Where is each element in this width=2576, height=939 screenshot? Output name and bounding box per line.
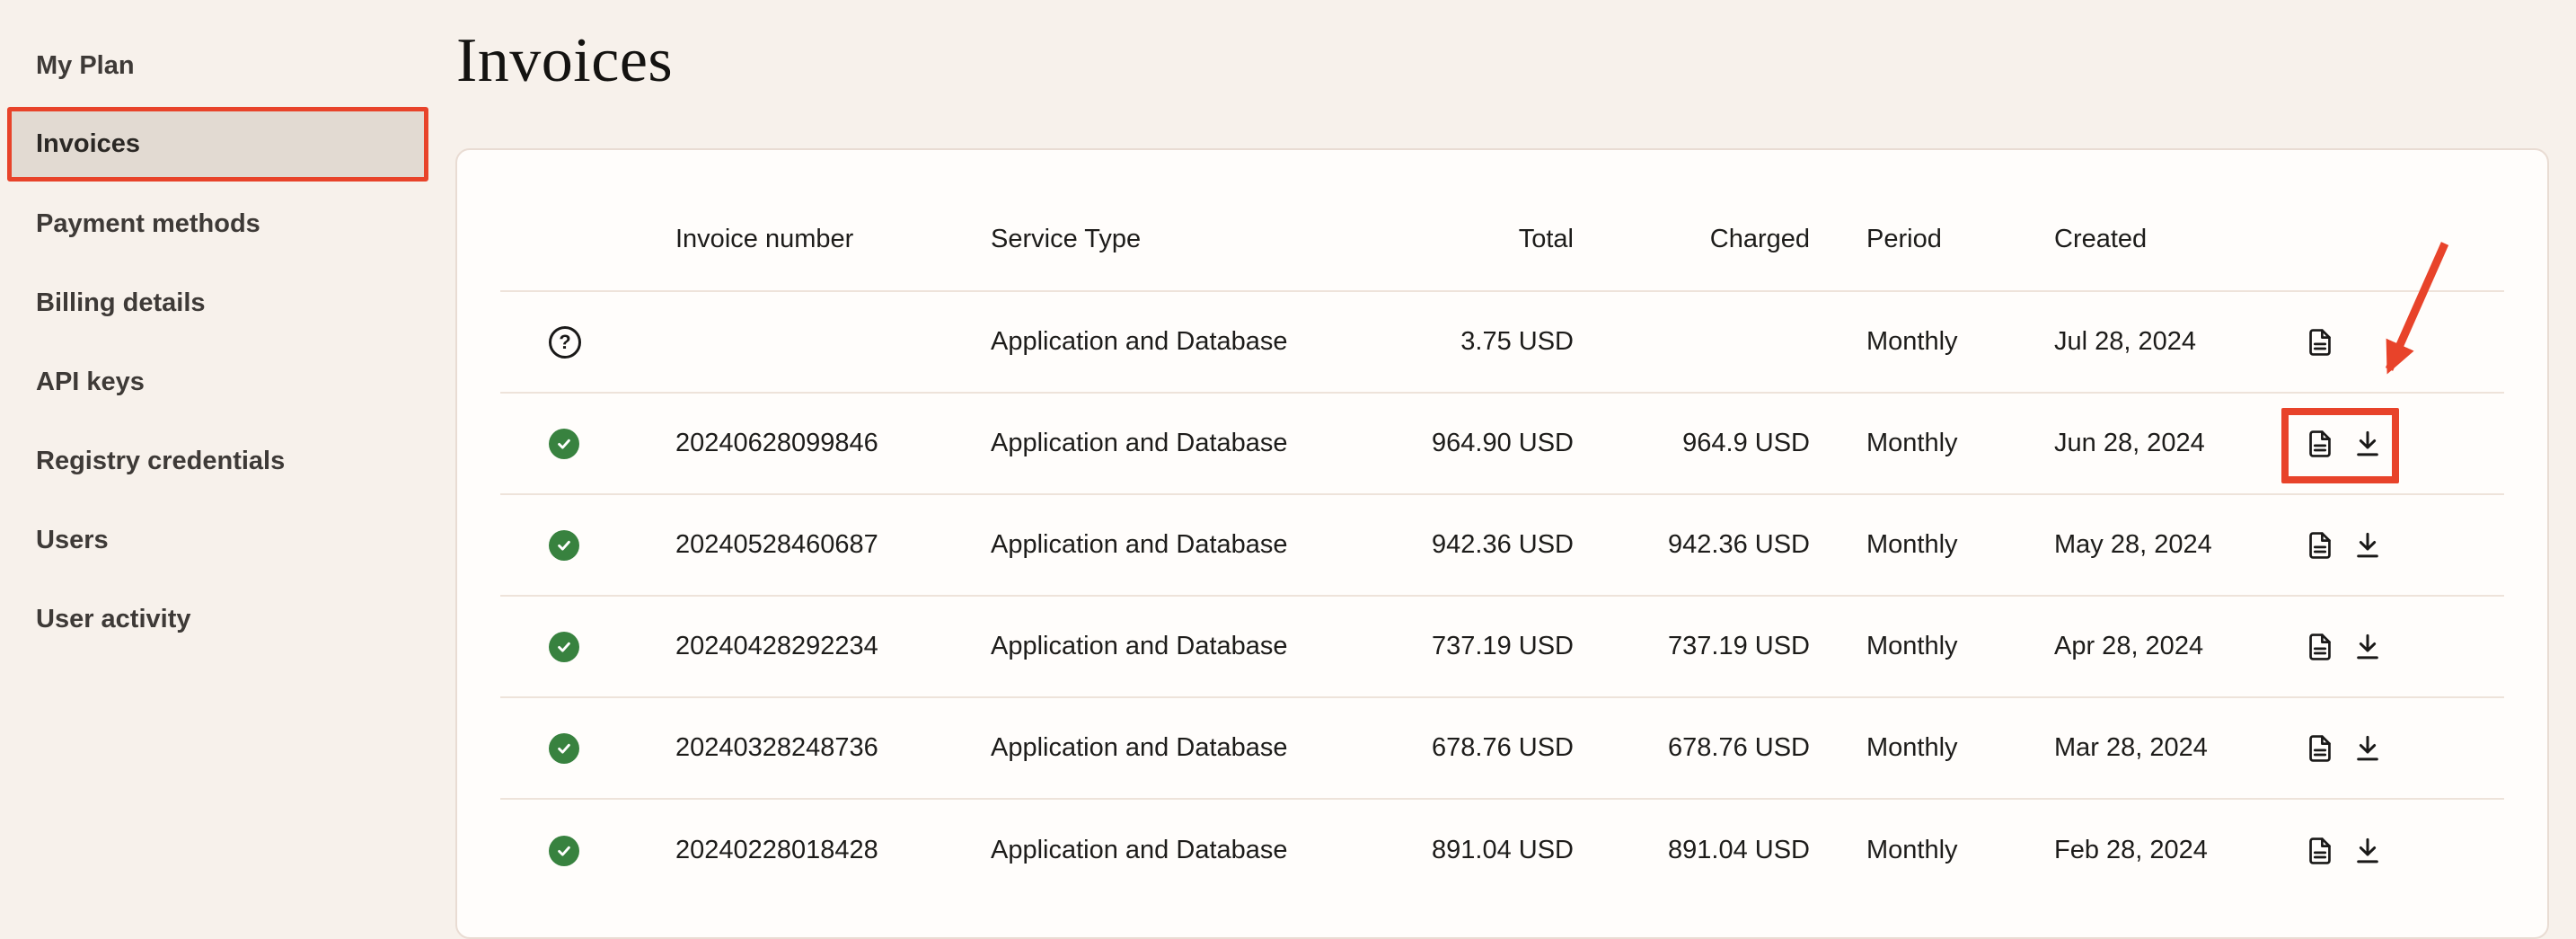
sidebar-item-label: My Plan bbox=[36, 51, 135, 81]
cell-service-type: Application and Database bbox=[991, 733, 1354, 763]
cell-period: Monthly bbox=[1810, 836, 2054, 865]
header-period: Period bbox=[1810, 225, 2054, 254]
actions-cell bbox=[2283, 831, 2504, 871]
status-paid-check-icon bbox=[549, 836, 579, 866]
status-paid-check-icon bbox=[549, 632, 579, 662]
sidebar-item-billing-details[interactable]: Billing details bbox=[0, 263, 454, 342]
cell-service-type: Application and Database bbox=[991, 429, 1354, 458]
cell-total: 678.76 USD bbox=[1432, 733, 1574, 763]
header-total: Total bbox=[1519, 225, 1574, 254]
sidebar-item-label: Users bbox=[36, 526, 109, 555]
header-service-type: Service Type bbox=[991, 225, 1354, 254]
download-invoice-icon[interactable] bbox=[2350, 424, 2386, 464]
invoice-row: ? Application and Database 3.75 USD Mont… bbox=[500, 292, 2504, 394]
sidebar-item-api-keys[interactable]: API keys bbox=[0, 342, 454, 421]
cell-period: Monthly bbox=[1810, 429, 2054, 458]
cell-period: Monthly bbox=[1810, 733, 2054, 763]
cell-invoice-number: 20240528460687 bbox=[675, 530, 991, 560]
sidebar-item-label: Invoices bbox=[36, 129, 140, 159]
invoice-document-icon[interactable] bbox=[2302, 526, 2338, 565]
sidebar-item-label: User activity bbox=[36, 605, 191, 634]
download-invoice-icon[interactable] bbox=[2350, 729, 2386, 768]
cell-total: 964.90 USD bbox=[1432, 429, 1574, 458]
invoice-row: 20240428292234 Application and Database … bbox=[500, 597, 2504, 698]
status-cell bbox=[500, 429, 675, 459]
cell-invoice-number: 20240228018428 bbox=[675, 836, 991, 865]
download-invoice-icon[interactable] bbox=[2350, 526, 2386, 565]
sidebar-item-users[interactable]: Users bbox=[0, 501, 454, 580]
cell-created: Jul 28, 2024 bbox=[2054, 327, 2283, 357]
cell-service-type: Application and Database bbox=[991, 632, 1354, 661]
invoice-row: 20240328248736 Application and Database … bbox=[500, 698, 2504, 800]
sidebar-item-label: API keys bbox=[36, 368, 145, 397]
actions-cell bbox=[2283, 627, 2504, 667]
actions-cell bbox=[2283, 424, 2504, 464]
status-cell bbox=[500, 530, 675, 561]
cell-created: Jun 28, 2024 bbox=[2054, 429, 2283, 458]
cell-total: 737.19 USD bbox=[1432, 632, 1574, 661]
invoice-document-icon[interactable] bbox=[2302, 424, 2338, 464]
cell-service-type: Application and Database bbox=[991, 530, 1354, 560]
cell-invoice-number: 20240628099846 bbox=[675, 429, 991, 458]
settings-sidebar: My Plan Invoices Payment methods Billing… bbox=[0, 0, 454, 854]
cell-invoice-number: 20240328248736 bbox=[675, 733, 991, 763]
cell-service-type: Application and Database bbox=[991, 327, 1354, 357]
invoice-row: 20240528460687 Application and Database … bbox=[500, 495, 2504, 597]
invoice-document-icon[interactable] bbox=[2302, 729, 2338, 768]
header-invoice-number: Invoice number bbox=[675, 225, 991, 254]
actions-cell bbox=[2283, 323, 2504, 362]
table-header-row: Invoice number Service Type Total Charge… bbox=[500, 150, 2504, 292]
invoice-document-icon[interactable] bbox=[2302, 831, 2338, 871]
status-pending-help-icon[interactable]: ? bbox=[549, 326, 581, 359]
sidebar-item-label: Registry credentials bbox=[36, 447, 285, 476]
cell-charged: 737.19 USD bbox=[1668, 632, 1810, 661]
page-title: Invoices bbox=[456, 25, 673, 97]
sidebar-item-registry-credentials[interactable]: Registry credentials bbox=[0, 421, 454, 501]
cell-charged: 964.9 USD bbox=[1682, 429, 1810, 458]
cell-charged: 891.04 USD bbox=[1668, 836, 1810, 865]
header-created: Created bbox=[2054, 225, 2283, 254]
cell-charged: 678.76 USD bbox=[1668, 733, 1810, 763]
cell-invoice-number: 20240428292234 bbox=[675, 632, 991, 661]
sidebar-item-label: Billing details bbox=[36, 288, 206, 318]
status-paid-check-icon bbox=[549, 530, 579, 561]
cell-service-type: Application and Database bbox=[991, 836, 1354, 865]
status-paid-check-icon bbox=[549, 429, 579, 459]
sidebar-item-payment-methods[interactable]: Payment methods bbox=[0, 184, 454, 263]
invoice-row: 20240228018428 Application and Database … bbox=[500, 800, 2504, 901]
cell-total: 891.04 USD bbox=[1432, 836, 1574, 865]
cell-created: Apr 28, 2024 bbox=[2054, 632, 2283, 661]
cell-period: Monthly bbox=[1810, 327, 2054, 357]
cell-period: Monthly bbox=[1810, 530, 2054, 560]
download-invoice-icon[interactable] bbox=[2350, 627, 2386, 667]
sidebar-item-invoices[interactable]: Invoices bbox=[7, 107, 428, 182]
cell-total: 942.36 USD bbox=[1432, 530, 1574, 560]
actions-cell bbox=[2283, 729, 2504, 768]
status-cell bbox=[500, 632, 675, 662]
sidebar-item-user-activity[interactable]: User activity bbox=[0, 580, 454, 659]
cell-created: Mar 28, 2024 bbox=[2054, 733, 2283, 763]
cell-created: May 28, 2024 bbox=[2054, 530, 2283, 560]
invoice-document-icon[interactable] bbox=[2302, 323, 2338, 362]
status-cell: ? bbox=[500, 326, 675, 359]
invoice-row: 20240628099846 Application and Database … bbox=[500, 394, 2504, 495]
invoice-document-icon[interactable] bbox=[2302, 627, 2338, 667]
status-cell bbox=[500, 733, 675, 764]
help-glyph: ? bbox=[559, 331, 570, 354]
invoices-card: Invoice number Service Type Total Charge… bbox=[455, 148, 2549, 939]
cell-total: 3.75 USD bbox=[1460, 327, 1574, 357]
sidebar-item-my-plan[interactable]: My Plan bbox=[0, 26, 454, 105]
cell-created: Feb 28, 2024 bbox=[2054, 836, 2283, 865]
actions-cell bbox=[2283, 526, 2504, 565]
cell-period: Monthly bbox=[1810, 632, 2054, 661]
status-cell bbox=[500, 836, 675, 866]
status-paid-check-icon bbox=[549, 733, 579, 764]
header-charged: Charged bbox=[1710, 225, 1810, 254]
cell-charged: 942.36 USD bbox=[1668, 530, 1810, 560]
download-invoice-icon[interactable] bbox=[2350, 831, 2386, 871]
sidebar-item-label: Payment methods bbox=[36, 209, 260, 239]
